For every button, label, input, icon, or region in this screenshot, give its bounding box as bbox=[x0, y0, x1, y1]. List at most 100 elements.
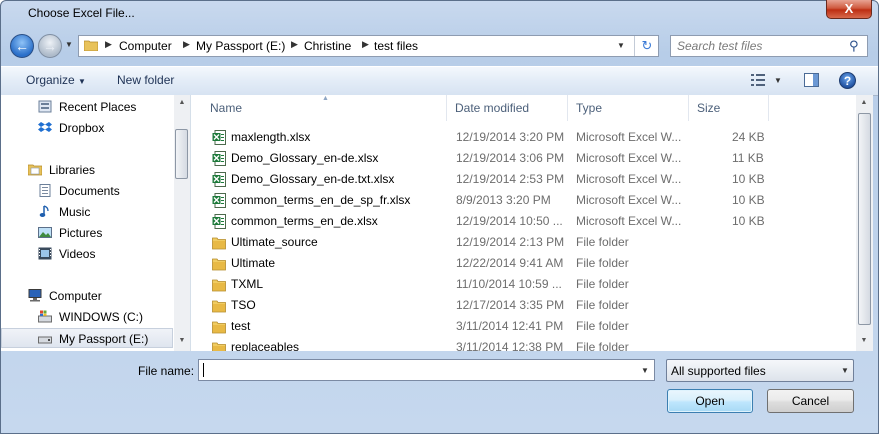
command-toolbar: Organize ▼ New folder ▼ ? bbox=[1, 66, 878, 96]
refresh-button[interactable]: ↻ bbox=[634, 36, 659, 56]
folder-icon bbox=[212, 258, 226, 271]
nav-item-pictures[interactable]: Pictures bbox=[1, 223, 173, 243]
breadcrumb-separator-icon[interactable]: ▶ bbox=[362, 39, 369, 50]
address-bar[interactable]: ▶ Computer ▶ My Passport (E:) ▶ Christin… bbox=[78, 35, 659, 57]
file-date-modified: 3/11/2014 12:41 PM bbox=[456, 319, 564, 333]
chevron-down-icon: ▼ bbox=[78, 77, 86, 86]
navigation-pane[interactable]: Recent Places Dropbox Libraries Document… bbox=[1, 95, 191, 351]
file-row[interactable]: Ultimate 12/22/2014 9:41 AM File folder bbox=[191, 253, 856, 274]
nav-item-windows-c[interactable]: WINDOWS (C:) bbox=[1, 307, 173, 327]
new-folder-button[interactable]: New folder bbox=[117, 73, 174, 87]
file-row[interactable]: TXML 11/10/2014 10:59 ... File folder bbox=[191, 274, 856, 295]
file-name: replaceables bbox=[231, 340, 300, 351]
file-name: test bbox=[231, 319, 251, 333]
search-icon[interactable]: ⚲ bbox=[849, 38, 859, 54]
file-row[interactable]: replaceables 3/11/2014 12:38 PM File folde… bbox=[191, 337, 856, 351]
scroll-up-icon[interactable]: ▲ bbox=[856, 95, 872, 111]
file-type-select[interactable]: All supported files ▼ bbox=[666, 359, 854, 382]
nav-item-computer[interactable]: Computer bbox=[1, 286, 173, 306]
file-name: TXML bbox=[231, 277, 264, 291]
folder-icon bbox=[84, 40, 98, 51]
column-header-type[interactable]: Type bbox=[568, 95, 689, 121]
navigation-scrollbar[interactable]: ▲ ▼ bbox=[174, 95, 190, 351]
window-title: Choose Excel File... bbox=[28, 6, 135, 20]
back-button[interactable]: ← bbox=[10, 34, 34, 58]
breadcrumb-separator-icon[interactable]: ▶ bbox=[183, 39, 190, 50]
file-size: 24 KB bbox=[732, 130, 765, 144]
file-name-label: File name: bbox=[138, 364, 195, 378]
file-list[interactable]: ▲ Name Date modified Type Size maxlength… bbox=[191, 95, 856, 351]
scrollbar-thumb[interactable] bbox=[858, 113, 871, 325]
close-window-button[interactable]: X bbox=[826, 0, 872, 19]
file-type: Microsoft Excel W... bbox=[576, 130, 682, 144]
file-row[interactable]: Demo_Glossary_en-de.xlsx 12/19/2014 3:06 … bbox=[191, 148, 856, 169]
breadcrumb-separator-icon[interactable]: ▶ bbox=[105, 39, 112, 50]
excel-file-icon bbox=[212, 172, 226, 187]
nav-item-my-passport[interactable]: My Passport (E:) bbox=[1, 328, 173, 348]
excel-file-icon bbox=[212, 151, 226, 166]
nav-item-dropbox[interactable]: Dropbox bbox=[1, 118, 173, 138]
scroll-down-icon[interactable]: ▼ bbox=[856, 333, 872, 349]
file-row[interactable]: common_terms_en_de.xlsx 12/19/2014 10:50 … bbox=[191, 211, 856, 232]
file-name: maxlength.xlsx bbox=[231, 130, 311, 144]
column-header-name[interactable]: Name bbox=[202, 95, 447, 121]
file-row[interactable]: Ultimate_source 12/19/2014 2:13 PM File fo… bbox=[191, 232, 856, 253]
file-row[interactable]: TSO 12/17/2014 3:35 PM File folder bbox=[191, 295, 856, 316]
file-size: 10 KB bbox=[732, 172, 765, 186]
file-list-scrollbar[interactable]: ▲ ▼ bbox=[856, 95, 873, 351]
scrollbar-thumb[interactable] bbox=[175, 129, 188, 179]
file-name-history-dropdown[interactable]: ▼ bbox=[641, 366, 649, 375]
breadcrumb-christine[interactable]: Christine bbox=[304, 39, 351, 53]
view-options-dropdown[interactable]: ▼ bbox=[774, 76, 782, 85]
breadcrumb-computer[interactable]: Computer bbox=[119, 39, 172, 53]
recent-locations-dropdown[interactable]: ▼ bbox=[65, 40, 73, 49]
file-row[interactable]: maxlength.xlsx 12/19/2014 3:20 PM Microsof… bbox=[191, 127, 856, 148]
scroll-down-icon[interactable]: ▼ bbox=[174, 333, 190, 349]
breadcrumb-separator-icon[interactable]: ▶ bbox=[291, 39, 298, 50]
nav-item-music[interactable]: Music bbox=[1, 202, 173, 222]
pictures-icon bbox=[38, 227, 52, 238]
file-row[interactable]: Demo_Glossary_en-de.txt.xlsx 12/19/2014 2… bbox=[191, 169, 856, 190]
file-type: File folder bbox=[576, 256, 629, 270]
address-history-dropdown[interactable]: ▼ bbox=[617, 41, 625, 50]
nav-item-libraries[interactable]: Libraries bbox=[1, 160, 173, 180]
help-icon[interactable]: ? bbox=[839, 72, 856, 89]
file-type: File folder bbox=[576, 235, 629, 249]
cancel-button[interactable]: Cancel bbox=[767, 389, 854, 413]
forward-arrow-icon: → bbox=[43, 38, 57, 54]
file-name-field[interactable]: ▼ bbox=[198, 359, 655, 381]
external-drive-icon bbox=[38, 336, 52, 344]
documents-icon bbox=[39, 184, 51, 197]
file-row[interactable]: test 3/11/2014 12:41 PM File folder bbox=[191, 316, 856, 337]
change-view-icon[interactable] bbox=[751, 74, 765, 86]
nav-item-documents[interactable]: Documents bbox=[1, 181, 173, 201]
column-header-row: ▲ Name Date modified Type Size bbox=[191, 95, 856, 121]
column-header-date[interactable]: Date modified bbox=[447, 95, 568, 121]
file-date-modified: 12/19/2014 10:50 ... bbox=[456, 214, 563, 228]
open-button[interactable]: Open bbox=[667, 389, 753, 413]
search-box[interactable]: Search test files ⚲ bbox=[670, 35, 868, 57]
file-date-modified: 12/19/2014 2:13 PM bbox=[456, 235, 565, 249]
file-row[interactable]: common_terms_en_de_sp_fr.xlsx 8/9/2013 3:… bbox=[191, 190, 856, 211]
search-input[interactable]: Search test files bbox=[677, 39, 762, 53]
nav-item-recent-places[interactable]: Recent Places bbox=[1, 97, 173, 117]
excel-file-icon bbox=[212, 193, 226, 208]
file-size: 10 KB bbox=[732, 214, 765, 228]
nav-item-videos[interactable]: Videos bbox=[1, 244, 173, 264]
scroll-up-icon[interactable]: ▲ bbox=[174, 95, 190, 111]
file-date-modified: 12/17/2014 3:35 PM bbox=[456, 298, 565, 312]
file-date-modified: 8/9/2013 3:20 PM bbox=[456, 193, 551, 207]
column-header-size[interactable]: Size bbox=[689, 95, 769, 121]
excel-file-icon bbox=[212, 214, 226, 229]
computer-icon bbox=[28, 289, 42, 302]
file-type: File folder bbox=[576, 319, 629, 333]
forward-button[interactable]: → bbox=[38, 34, 62, 58]
preview-pane-icon[interactable] bbox=[804, 73, 819, 87]
file-date-modified: 12/19/2014 3:20 PM bbox=[456, 130, 565, 144]
breadcrumb-test-files[interactable]: test files bbox=[374, 39, 418, 53]
breadcrumb-my-passport[interactable]: My Passport (E:) bbox=[196, 39, 285, 53]
folder-icon bbox=[212, 300, 226, 313]
organize-button[interactable]: Organize ▼ bbox=[26, 73, 86, 87]
file-name: Demo_Glossary_en-de.txt.xlsx bbox=[231, 172, 395, 186]
file-type: File folder bbox=[576, 298, 629, 312]
